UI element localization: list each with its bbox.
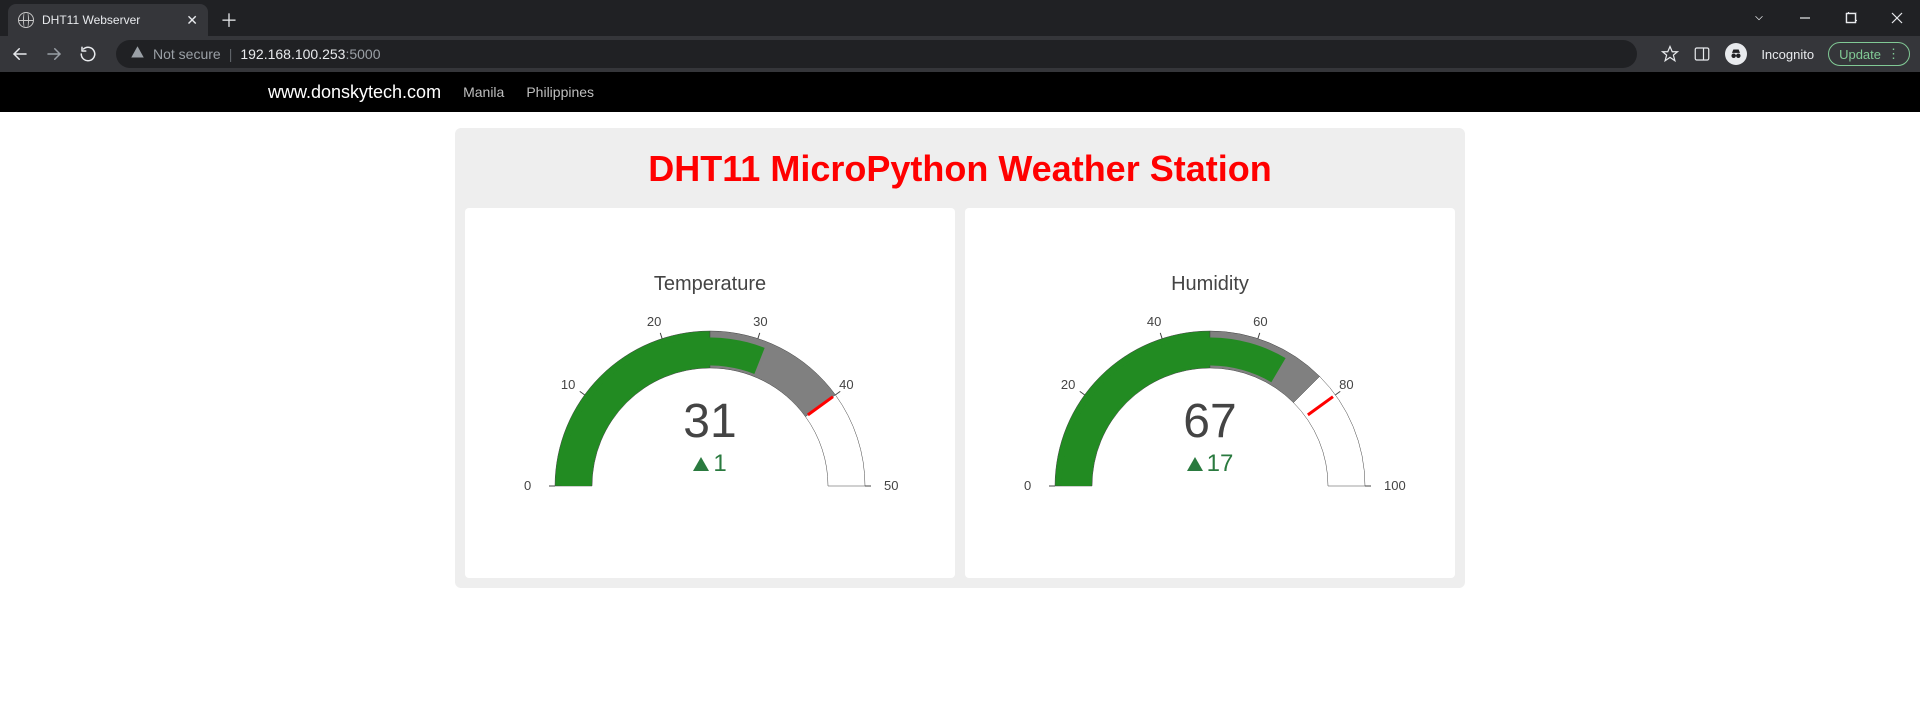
url-text: 192.168.100.253:5000 [240,46,380,62]
reload-button[interactable] [78,44,98,64]
back-button[interactable] [10,44,30,64]
nav-link-manila[interactable]: Manila [463,84,504,100]
gauge-delta: 17 [1015,450,1405,478]
gauge-tick-label: 40 [1147,314,1161,329]
side-panel-icon[interactable] [1693,45,1711,63]
site-navbar: www.donskytech.com Manila Philippines [0,72,1920,112]
window-controls [1736,0,1920,36]
temperature-gauge: 31 1 0 10 20 30 40 50 [515,298,905,498]
gauge-tick-label: 50 [884,478,898,493]
close-tab-icon[interactable]: ✕ [186,12,198,29]
gauge-value: 67 [1015,398,1405,446]
incognito-label: Incognito [1761,47,1814,62]
delta-up-icon [693,457,709,471]
dashboard-card: DHT11 MicroPython Weather Station Temper… [455,128,1465,588]
update-button[interactable]: Update ⋮ [1828,42,1910,66]
browser-tab[interactable]: DHT11 Webserver ✕ [8,4,208,36]
gauge-tick-label: 10 [561,377,575,392]
humidity-gauge: 67 17 0 20 40 60 80 100 [1015,298,1405,498]
gauge-tick-label: 30 [753,314,767,329]
separator: | [229,46,233,62]
forward-button[interactable] [44,44,64,64]
close-window-button[interactable] [1874,2,1920,34]
gauge-value: 31 [515,398,905,446]
page-title: DHT11 MicroPython Weather Station [465,148,1455,190]
delta-value: 1 [713,450,726,478]
toolbar: Not secure | 192.168.100.253:5000 Incogn… [0,36,1920,72]
tab-search-button[interactable] [1736,2,1782,34]
gauge-title: Humidity [1171,273,1249,296]
url-host: 192.168.100.253 [240,46,345,62]
gauge-tick-label: 100 [1384,478,1406,493]
gauge-tick-label: 0 [524,478,531,493]
gauge-tick-label: 0 [1024,478,1031,493]
minimize-button[interactable] [1782,2,1828,34]
not-secure-icon [130,45,145,63]
site-brand[interactable]: www.donskytech.com [268,82,441,103]
gauge-tick-label: 40 [839,377,853,392]
not-secure-label: Not secure [153,46,221,62]
gauge-delta: 1 [515,450,905,478]
humidity-panel: Humidity 67 17 0 20 40 60 80 100 [965,208,1455,578]
browser-chrome: DHT11 Webserver ✕ ＋ Not secure | 192.168… [0,0,1920,72]
gauge-title: Temperature [654,273,766,296]
bookmark-icon[interactable] [1661,45,1679,63]
incognito-icon[interactable] [1725,43,1747,65]
kebab-icon: ⋮ [1887,46,1899,62]
maximize-button[interactable] [1828,2,1874,34]
gauge-tick-label: 80 [1339,377,1353,392]
gauge-tick-label: 20 [647,314,661,329]
temperature-panel: Temperature 31 1 0 10 20 30 40 50 [465,208,955,578]
toolbar-right: Incognito Update ⋮ [1651,42,1910,66]
delta-value: 17 [1207,450,1234,478]
tab-strip: DHT11 Webserver ✕ ＋ [0,0,1920,36]
delta-up-icon [1187,457,1203,471]
update-label: Update [1839,47,1881,62]
url-port: :5000 [345,46,380,62]
gauge-tick-label: 20 [1061,377,1075,392]
address-bar[interactable]: Not secure | 192.168.100.253:5000 [116,40,1637,68]
globe-icon [18,12,34,28]
new-tab-button[interactable]: ＋ [220,12,238,30]
page-viewport[interactable]: www.donskytech.com Manila Philippines DH… [0,72,1920,703]
tab-title: DHT11 Webserver [42,13,178,27]
gauge-tick-label: 60 [1253,314,1267,329]
gauge-row: Temperature 31 1 0 10 20 30 40 50 Humidity 67… [465,208,1455,578]
nav-link-philippines[interactable]: Philippines [526,84,594,100]
